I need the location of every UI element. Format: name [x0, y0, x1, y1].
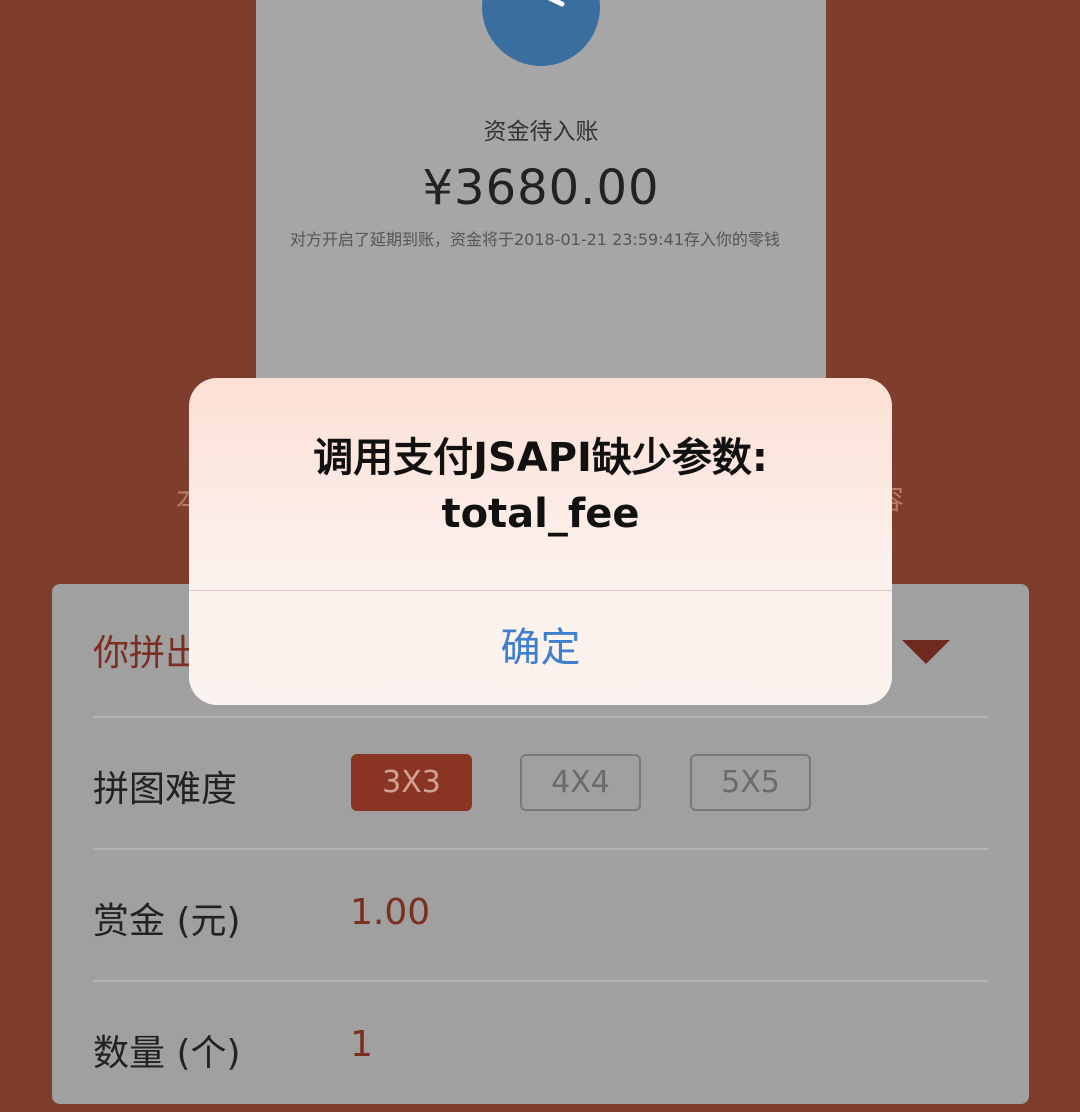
- dropdown-caret-icon[interactable]: [902, 640, 950, 664]
- alert-message-line1: 调用支付JSAPI缺少参数:: [313, 435, 768, 481]
- reward-row: 赏金 (元) 1.00: [93, 848, 988, 982]
- difficulty-row: 拼图难度 3X3 4X4 5X5: [93, 716, 988, 850]
- delay-note: 对方开启了延期到账，资金将于2018-01-21 23:59:41存入你的零钱: [290, 230, 780, 249]
- quantity-label: 数量 (个): [93, 1033, 241, 1074]
- reward-input[interactable]: 1.00: [350, 892, 430, 933]
- difficulty-label: 拼图难度: [93, 769, 238, 810]
- confirm-button[interactable]: 确定: [189, 591, 892, 705]
- quantity-row: 数量 (个) 1: [93, 980, 988, 1112]
- difficulty-option-4x4[interactable]: 4X4: [520, 754, 641, 811]
- alert-message: 调用支付JSAPI缺少参数: total_fee: [189, 430, 892, 542]
- transfer-preview-card: 资金待入账 ¥3680.00 对方开启了延期到账，资金将于2018-01-21 …: [256, 0, 826, 380]
- difficulty-option-3x3[interactable]: 3X3: [351, 754, 472, 811]
- clock-icon: [482, 0, 600, 66]
- reward-label: 赏金 (元): [93, 901, 241, 942]
- quantity-input[interactable]: 1: [350, 1024, 373, 1065]
- pending-status-title: 资金待入账: [483, 119, 599, 145]
- alert-dialog: 调用支付JSAPI缺少参数: total_fee 确定: [189, 378, 892, 705]
- alert-message-line2: total_fee: [441, 491, 640, 537]
- puzzle-picker-label: 你拼出: [93, 633, 202, 674]
- transfer-amount: ¥3680.00: [422, 160, 660, 216]
- difficulty-option-5x5[interactable]: 5X5: [690, 754, 811, 811]
